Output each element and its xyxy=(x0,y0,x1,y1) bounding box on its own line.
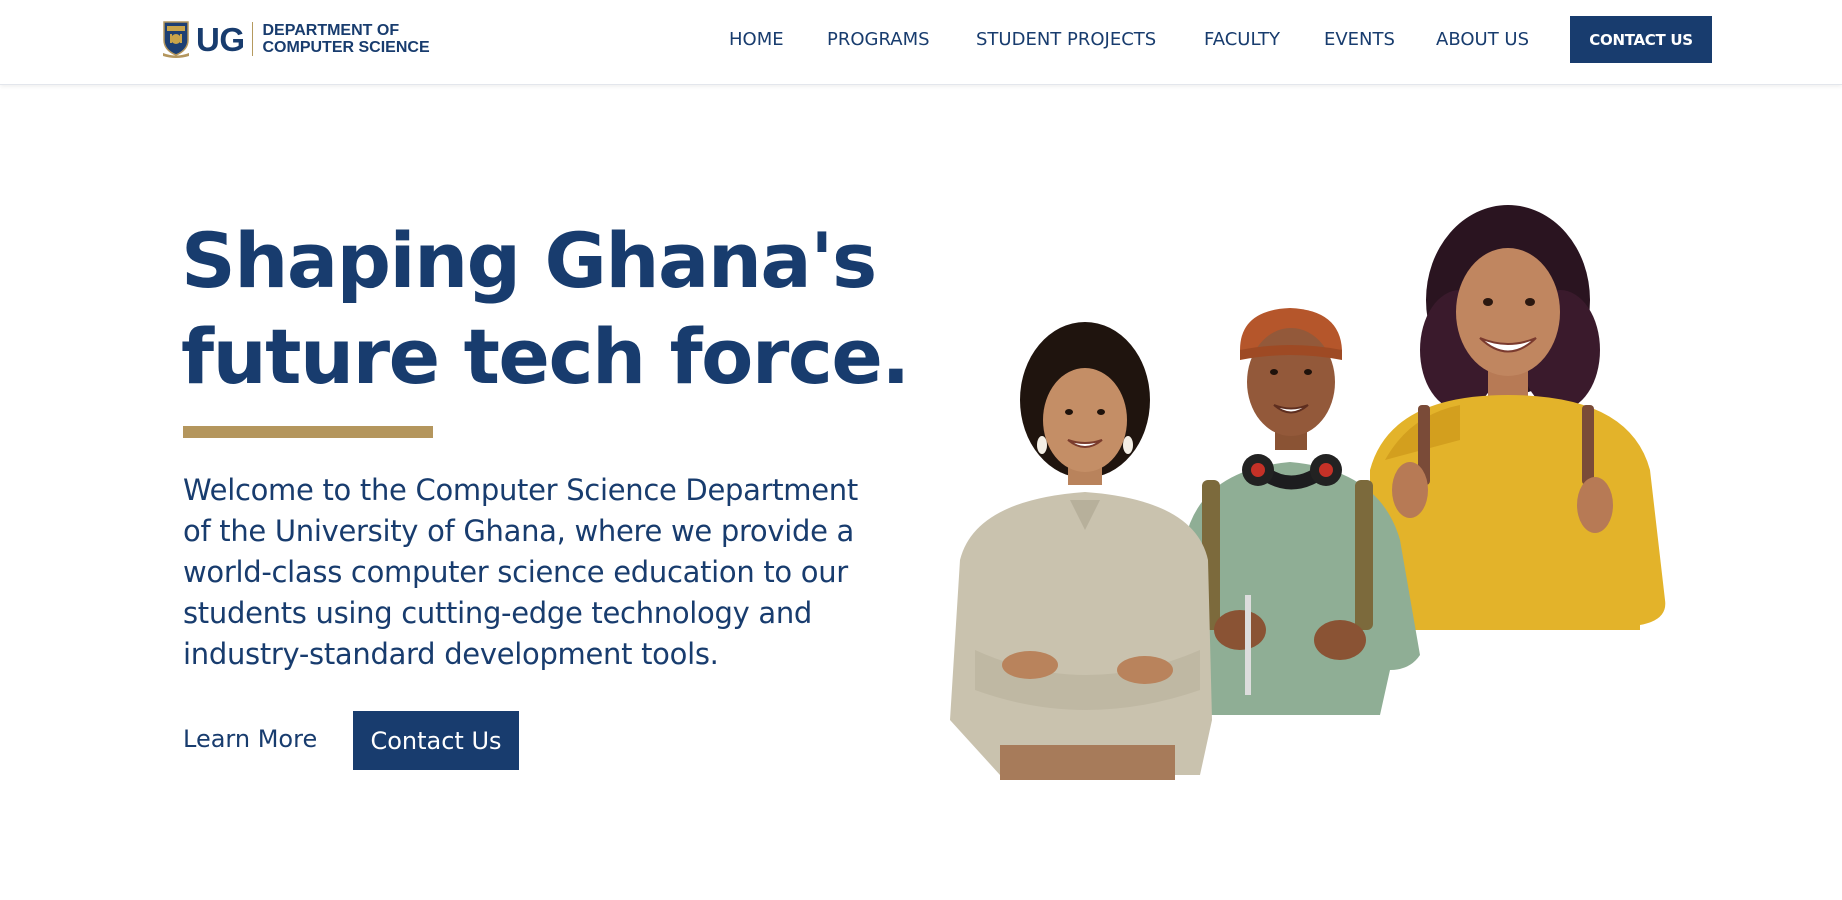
hero-title-line1: Shaping Ghana's xyxy=(181,216,877,305)
hero-description-line: industry-standard development tools. xyxy=(183,637,719,671)
student-right-figure xyxy=(1370,205,1666,630)
site-header: UG DEPARTMENT OF COMPUTER SCIENCE HOME P… xyxy=(0,0,1842,85)
main-nav: HOME PROGRAMS STUDENT PROJECTS FACULTY E… xyxy=(0,0,1842,80)
nav-item-faculty[interactable]: FACULTY xyxy=(1204,29,1280,51)
nav-item-events[interactable]: EVENTS xyxy=(1324,29,1395,51)
nav-item-student-projects[interactable]: STUDENT PROJECTS xyxy=(976,29,1156,51)
hero-title: Shaping Ghana's future tech force. xyxy=(181,213,910,405)
accent-divider xyxy=(183,426,433,438)
hero-description-line: of the University of Ghana, where we pro… xyxy=(183,514,855,548)
hero-description-line: students using cutting-edge technology a… xyxy=(183,596,813,630)
hero-description-line: Welcome to the Computer Science Departme… xyxy=(183,473,858,507)
student-middle-figure xyxy=(1185,308,1420,715)
hero-description-line: world-class computer science education t… xyxy=(183,555,848,589)
learn-more-link[interactable]: Learn More xyxy=(183,725,317,753)
hero-description: Welcome to the Computer Science Departme… xyxy=(183,470,923,675)
nav-item-home[interactable]: HOME xyxy=(729,29,784,51)
nav-item-about-us[interactable]: ABOUT US xyxy=(1436,29,1529,51)
nav-item-programs[interactable]: PROGRAMS xyxy=(827,29,930,51)
students-photo xyxy=(950,205,1666,780)
student-left-figure xyxy=(950,322,1212,780)
nav-contact-button[interactable]: CONTACT US xyxy=(1570,16,1712,63)
hero-title-line2: future tech force. xyxy=(181,312,910,401)
hero-contact-button[interactable]: Contact Us xyxy=(353,711,519,770)
